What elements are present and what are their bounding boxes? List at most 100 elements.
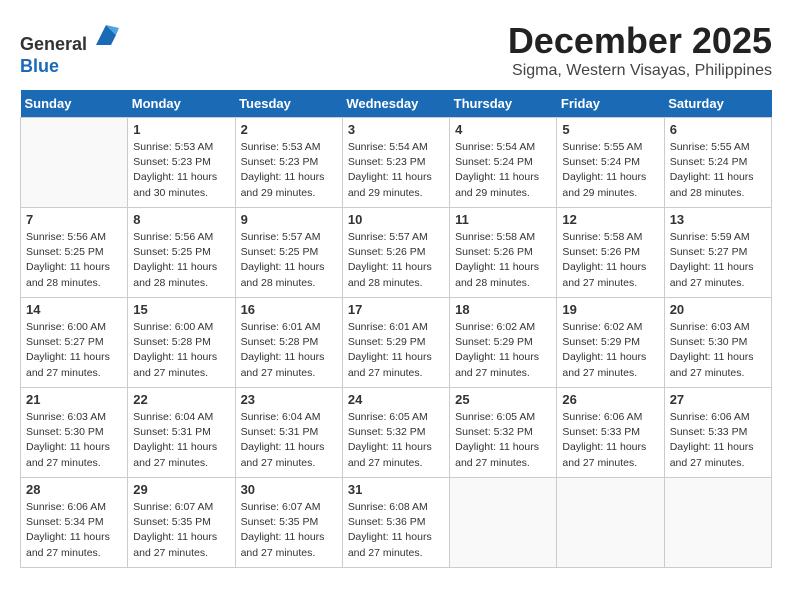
- logo-blue: Blue: [20, 56, 59, 76]
- day-cell: [557, 478, 664, 568]
- location: Sigma, Western Visayas, Philippines: [508, 62, 772, 80]
- header-cell-wednesday: Wednesday: [342, 90, 449, 118]
- day-cell: 16Sunrise: 6:01 AMSunset: 5:28 PMDayligh…: [235, 298, 342, 388]
- header-row: SundayMondayTuesdayWednesdayThursdayFrid…: [21, 90, 772, 118]
- day-info: Sunrise: 6:06 AMSunset: 5:33 PMDaylight:…: [670, 410, 766, 471]
- day-cell: 22 Sunrise: 6:04 AMSunset: 5:31 PMDayligh…: [128, 388, 235, 478]
- day-cell: 1Sunrise: 5:53 AMSunset: 5:23 PMDaylight…: [128, 118, 235, 208]
- day-info: Sunrise: 5:53 AMSunset: 5:23 PMDaylight:…: [133, 140, 229, 201]
- day-number: 23: [241, 392, 337, 407]
- day-number: 28: [26, 482, 122, 497]
- week-row-3: 14 Sunrise: 6:00 AMSunset: 5:27 PMDayligh…: [21, 298, 772, 388]
- day-number: 15: [133, 302, 229, 317]
- day-number: 8: [133, 212, 229, 227]
- day-info: Sunrise: 6:01 AMSunset: 5:28 PMDaylight:…: [241, 320, 337, 381]
- day-info: Sunrise: 5:53 AMSunset: 5:23 PMDaylight:…: [241, 140, 337, 201]
- day-cell: [664, 478, 771, 568]
- day-cell: 7Sunrise: 5:56 AMSunset: 5:25 PMDaylight…: [21, 208, 128, 298]
- day-number: 19: [562, 302, 658, 317]
- day-cell: 8 Sunrise: 5:56 AMSunset: 5:25 PMDaylight…: [128, 208, 235, 298]
- day-number: 3: [348, 122, 444, 137]
- header-cell-saturday: Saturday: [664, 90, 771, 118]
- day-number: 25: [455, 392, 551, 407]
- day-info: Sunrise: 6:04 AMSunset: 5:31 PMDaylight:…: [133, 410, 229, 471]
- page-header: General Blue December 2025 Sigma, Wester…: [20, 20, 772, 80]
- day-info: Sunrise: 6:00 AMSunset: 5:27 PMDaylight:…: [26, 320, 122, 381]
- day-info: Sunrise: 5:58 AMSunset: 5:26 PMDaylight:…: [455, 230, 551, 291]
- day-cell: 10 Sunrise: 5:57 AMSunset: 5:26 PMDayligh…: [342, 208, 449, 298]
- day-number: 10: [348, 212, 444, 227]
- day-cell: [21, 118, 128, 208]
- day-info: Sunrise: 6:06 AMSunset: 5:33 PMDaylight:…: [562, 410, 658, 471]
- day-number: 18: [455, 302, 551, 317]
- header-cell-friday: Friday: [557, 90, 664, 118]
- day-cell: 21 Sunrise: 6:03 AMSunset: 5:30 PMDayligh…: [21, 388, 128, 478]
- week-row-4: 21 Sunrise: 6:03 AMSunset: 5:30 PMDayligh…: [21, 388, 772, 478]
- day-cell: 17Sunrise: 6:01 AMSunset: 5:29 PMDayligh…: [342, 298, 449, 388]
- day-number: 21: [26, 392, 122, 407]
- header-cell-tuesday: Tuesday: [235, 90, 342, 118]
- day-info: Sunrise: 6:05 AMSunset: 5:32 PMDaylight:…: [455, 410, 551, 471]
- header-cell-monday: Monday: [128, 90, 235, 118]
- day-cell: 6Sunrise: 5:55 AMSunset: 5:24 PMDaylight…: [664, 118, 771, 208]
- calendar-header: SundayMondayTuesdayWednesdayThursdayFrid…: [21, 90, 772, 118]
- day-info: Sunrise: 5:54 AMSunset: 5:23 PMDaylight:…: [348, 140, 444, 201]
- day-cell: 26 Sunrise: 6:06 AMSunset: 5:33 PMDayligh…: [557, 388, 664, 478]
- day-cell: 14 Sunrise: 6:00 AMSunset: 5:27 PMDayligh…: [21, 298, 128, 388]
- day-info: Sunrise: 5:56 AMSunset: 5:25 PMDaylight:…: [133, 230, 229, 291]
- month-title: December 2025: [508, 20, 772, 62]
- day-info: Sunrise: 6:03 AMSunset: 5:30 PMDaylight:…: [670, 320, 766, 381]
- week-row-1: 1Sunrise: 5:53 AMSunset: 5:23 PMDaylight…: [21, 118, 772, 208]
- day-cell: 20 Sunrise: 6:03 AMSunset: 5:30 PMDayligh…: [664, 298, 771, 388]
- day-number: 27: [670, 392, 766, 407]
- day-number: 30: [241, 482, 337, 497]
- calendar-body: 1Sunrise: 5:53 AMSunset: 5:23 PMDaylight…: [21, 118, 772, 568]
- day-info: Sunrise: 6:00 AMSunset: 5:28 PMDaylight:…: [133, 320, 229, 381]
- day-info: Sunrise: 6:05 AMSunset: 5:32 PMDaylight:…: [348, 410, 444, 471]
- day-number: 26: [562, 392, 658, 407]
- day-number: 13: [670, 212, 766, 227]
- day-info: Sunrise: 5:56 AMSunset: 5:25 PMDaylight:…: [26, 230, 122, 291]
- day-info: Sunrise: 6:07 AMSunset: 5:35 PMDaylight:…: [133, 500, 229, 561]
- logo-general: General: [20, 34, 87, 54]
- day-cell: 2Sunrise: 5:53 AMSunset: 5:23 PMDaylight…: [235, 118, 342, 208]
- day-number: 31: [348, 482, 444, 497]
- day-cell: 31 Sunrise: 6:08 AMSunset: 5:36 PMDayligh…: [342, 478, 449, 568]
- day-cell: 30 Sunrise: 6:07 AMSunset: 5:35 PMDayligh…: [235, 478, 342, 568]
- day-cell: 27 Sunrise: 6:06 AMSunset: 5:33 PMDayligh…: [664, 388, 771, 478]
- day-cell: 4Sunrise: 5:54 AMSunset: 5:24 PMDaylight…: [450, 118, 557, 208]
- logo: General Blue: [20, 20, 121, 77]
- header-cell-sunday: Sunday: [21, 90, 128, 118]
- logo-icon: [91, 20, 121, 50]
- day-cell: [450, 478, 557, 568]
- day-number: 22: [133, 392, 229, 407]
- day-number: 14: [26, 302, 122, 317]
- day-info: Sunrise: 5:57 AMSunset: 5:25 PMDaylight:…: [241, 230, 337, 291]
- day-number: 29: [133, 482, 229, 497]
- day-cell: 12Sunrise: 5:58 AMSunset: 5:26 PMDayligh…: [557, 208, 664, 298]
- day-info: Sunrise: 6:07 AMSunset: 5:35 PMDaylight:…: [241, 500, 337, 561]
- day-info: Sunrise: 6:04 AMSunset: 5:31 PMDaylight:…: [241, 410, 337, 471]
- day-cell: 24Sunrise: 6:05 AMSunset: 5:32 PMDayligh…: [342, 388, 449, 478]
- day-cell: 19 Sunrise: 6:02 AMSunset: 5:29 PMDayligh…: [557, 298, 664, 388]
- day-cell: 23 Sunrise: 6:04 AMSunset: 5:31 PMDayligh…: [235, 388, 342, 478]
- day-info: Sunrise: 5:57 AMSunset: 5:26 PMDaylight:…: [348, 230, 444, 291]
- day-cell: 29 Sunrise: 6:07 AMSunset: 5:35 PMDayligh…: [128, 478, 235, 568]
- day-cell: 28 Sunrise: 6:06 AMSunset: 5:34 PMDayligh…: [21, 478, 128, 568]
- day-info: Sunrise: 6:06 AMSunset: 5:34 PMDaylight:…: [26, 500, 122, 561]
- day-info: Sunrise: 6:02 AMSunset: 5:29 PMDaylight:…: [562, 320, 658, 381]
- day-info: Sunrise: 6:03 AMSunset: 5:30 PMDaylight:…: [26, 410, 122, 471]
- day-number: 20: [670, 302, 766, 317]
- calendar-table: SundayMondayTuesdayWednesdayThursdayFrid…: [20, 90, 772, 568]
- day-cell: 25 Sunrise: 6:05 AMSunset: 5:32 PMDayligh…: [450, 388, 557, 478]
- day-number: 17: [348, 302, 444, 317]
- day-number: 6: [670, 122, 766, 137]
- day-cell: 13 Sunrise: 5:59 AMSunset: 5:27 PMDayligh…: [664, 208, 771, 298]
- day-info: Sunrise: 5:58 AMSunset: 5:26 PMDaylight:…: [562, 230, 658, 291]
- day-info: Sunrise: 5:59 AMSunset: 5:27 PMDaylight:…: [670, 230, 766, 291]
- day-cell: 11Sunrise: 5:58 AMSunset: 5:26 PMDayligh…: [450, 208, 557, 298]
- header-cell-thursday: Thursday: [450, 90, 557, 118]
- day-info: Sunrise: 6:08 AMSunset: 5:36 PMDaylight:…: [348, 500, 444, 561]
- title-block: December 2025 Sigma, Western Visayas, Ph…: [508, 20, 772, 80]
- day-cell: 9Sunrise: 5:57 AMSunset: 5:25 PMDaylight…: [235, 208, 342, 298]
